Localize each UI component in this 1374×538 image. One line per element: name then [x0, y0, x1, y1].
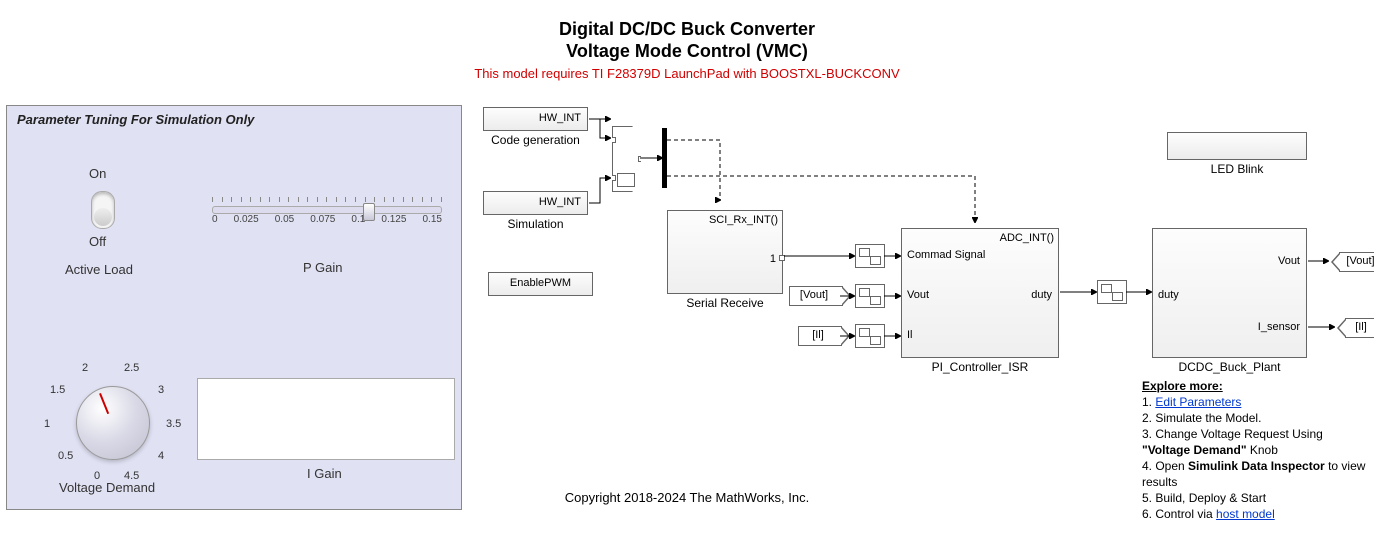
port-plant-vout: Vout	[1278, 255, 1300, 267]
block-pi-controller[interactable]: ADC_INT() Commad Signal Vout Il duty	[901, 228, 1059, 358]
active-load-switch[interactable]	[91, 191, 115, 229]
slider-tick-5: 0.125	[381, 214, 406, 225]
block-dcdc-buck-plant[interactable]: duty Vout I_sensor	[1152, 228, 1307, 358]
slider-tick-2: 0.05	[275, 214, 294, 225]
label-led-blink: LED Blink	[1167, 162, 1307, 176]
tag-goto-il[interactable]: [Il]	[1345, 318, 1374, 338]
rate-transition-1[interactable]	[855, 244, 885, 268]
port-command-signal: Commad Signal	[907, 249, 985, 261]
knob-tick-8: 4	[158, 450, 164, 462]
title-line-2: Voltage Mode Control (VMC)	[0, 40, 1374, 62]
tag-il-text: [Il]	[812, 329, 824, 341]
label-dcdc-plant: DCDC_Buck_Plant	[1152, 360, 1307, 374]
slider-tick-1: 0.025	[234, 214, 259, 225]
block-enable-pwm[interactable]: EnablePWM	[488, 272, 593, 296]
title-line-1: Digital DC/DC Buck Converter	[0, 18, 1374, 40]
parameter-tuning-panel: Parameter Tuning For Simulation Only On …	[6, 105, 462, 510]
enable-pwm-text: EnablePWM	[510, 277, 571, 289]
adc-int-fn: ADC_INT()	[1000, 232, 1054, 244]
copyright: Copyright 2018-2024 The MathWorks, Inc.	[0, 490, 1374, 505]
port-il-in: Il	[907, 329, 913, 341]
explore-l2: 2. Simulate the Model.	[1142, 410, 1366, 426]
knob-tick-4: 2	[82, 362, 88, 374]
block-serial-receive[interactable]: SCI_Rx_INT() 1	[667, 210, 783, 294]
variant-selector[interactable]	[612, 126, 641, 192]
knob-tick-7: 3.5	[166, 418, 181, 430]
switch-on-label: On	[89, 166, 106, 181]
tag-vout-text: [Vout]	[800, 289, 828, 301]
tag-from-vout[interactable]: [Vout]	[789, 286, 843, 306]
knob-tick-1: 0.5	[58, 450, 73, 462]
explore-heading: Explore more:	[1142, 379, 1223, 393]
rate-transition-2[interactable]	[855, 284, 885, 308]
port-plant-duty: duty	[1158, 289, 1179, 301]
link-edit-parameters[interactable]: Edit Parameters	[1155, 395, 1241, 409]
knob-tick-2: 1	[44, 418, 50, 430]
knob-tick-6: 3	[158, 384, 164, 396]
slider-tick-4: 0.1	[351, 214, 365, 225]
block-hw-int-codegen[interactable]: HW_INT	[483, 107, 588, 131]
slider-tick-3: 0.075	[310, 214, 335, 225]
rate-transition-3[interactable]	[855, 324, 885, 348]
p-gain-label: P Gain	[303, 260, 343, 275]
label-simulation: Simulation	[483, 217, 588, 231]
panel-title: Parameter Tuning For Simulation Only	[17, 112, 451, 127]
block-led-blink[interactable]	[1167, 132, 1307, 160]
port-vout-in: Vout	[907, 289, 929, 301]
knob-tick-5: 2.5	[124, 362, 139, 374]
tag-vout-out-text: [Vout]	[1346, 255, 1374, 267]
slider-tick-0: 0	[212, 214, 218, 225]
tag-il-out-text: [Il]	[1355, 321, 1367, 333]
i-gain-label: I Gain	[307, 466, 342, 481]
block-hw-int-simulation[interactable]: HW_INT	[483, 191, 588, 215]
rate-transition-duty[interactable]	[1097, 280, 1127, 304]
knob-tick-3: 1.5	[50, 384, 65, 396]
label-serial-receive: Serial Receive	[667, 296, 783, 310]
tag-from-il[interactable]: [Il]	[798, 326, 842, 346]
hw-int-bot-text: HW_INT	[539, 196, 581, 208]
active-load-label: Active Load	[65, 262, 133, 277]
tag-goto-vout[interactable]: [Vout]	[1339, 252, 1374, 272]
hw-int-top-text: HW_INT	[539, 112, 581, 124]
slider-tick-6: 0.15	[423, 214, 442, 225]
link-host-model[interactable]: host model	[1216, 507, 1275, 521]
port-plant-isensor: I_sensor	[1258, 321, 1300, 333]
label-code-generation: Code generation	[483, 133, 588, 147]
switch-off-label: Off	[89, 234, 106, 249]
port-duty-out: duty	[1031, 289, 1052, 301]
demux-bar	[662, 128, 667, 188]
serial-rx-port-1: 1	[770, 253, 776, 265]
label-pi-controller: PI_Controller_ISR	[901, 360, 1059, 374]
serial-rx-fn: SCI_Rx_INT()	[709, 214, 778, 226]
i-gain-display[interactable]	[197, 378, 455, 460]
p-gain-slider[interactable]: 0 0.025 0.05 0.075 0.1 0.125 0.15	[212, 198, 442, 238]
requirements-warning: This model requires TI F28379D LaunchPad…	[0, 66, 1374, 81]
